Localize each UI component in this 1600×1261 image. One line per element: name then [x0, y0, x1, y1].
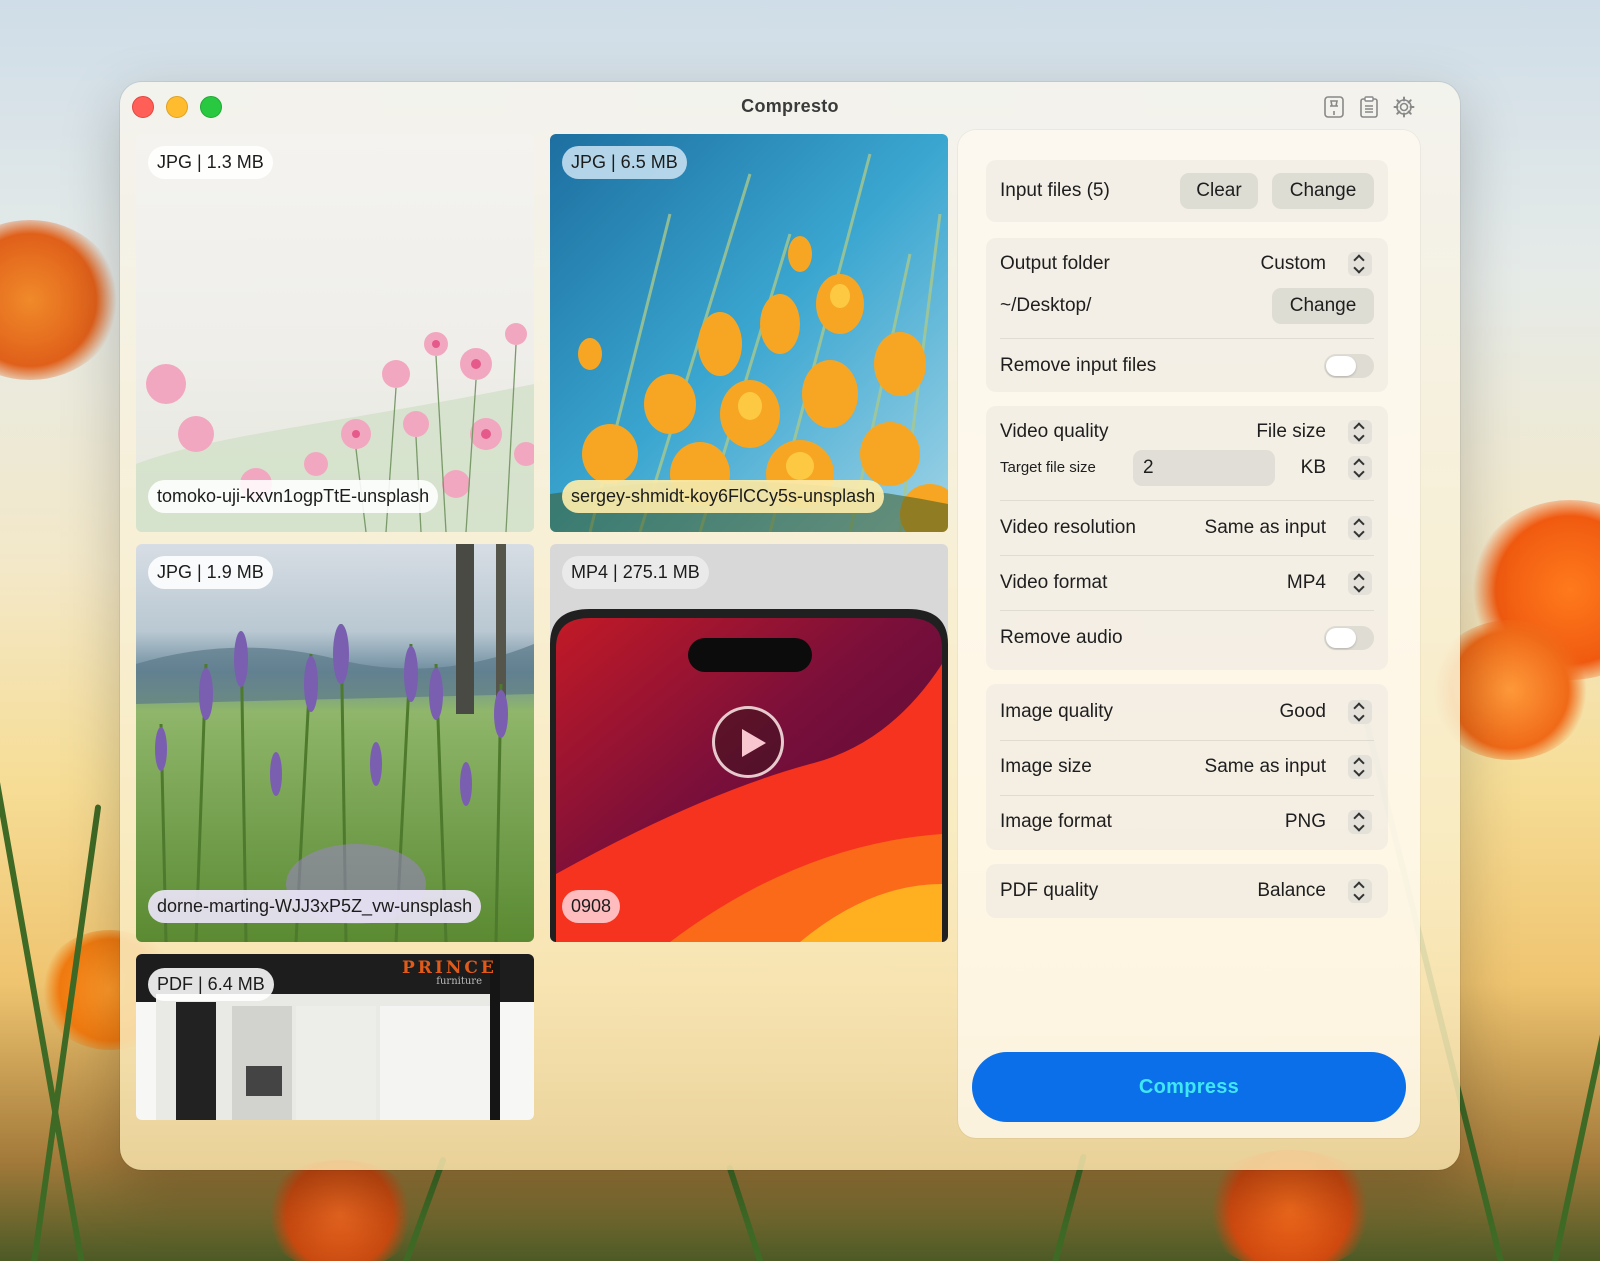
remove-audio-toggle[interactable] [1324, 626, 1374, 650]
settings-panel: Input files (5) Clear Change Output fold… [958, 130, 1420, 1138]
file-type-badge: JPG | 1.3 MB [148, 146, 273, 179]
image-thumbnail [136, 134, 534, 532]
play-button[interactable] [712, 706, 784, 778]
file-tile[interactable]: JPG | 1.9 MB dorne-marting-WJJ3xP5Z_vw-u… [136, 544, 534, 942]
image-thumbnail [136, 544, 534, 942]
file-type-badge: JPG | 6.5 MB [562, 146, 687, 179]
image-quality-row[interactable]: Image quality Good [986, 686, 1388, 738]
image-quality-label: Image quality [1000, 701, 1114, 722]
file-tile[interactable]: JPG | 1.3 MB tomoko-uji-kxvn1ogpTtE-unsp… [136, 134, 534, 532]
video-format-row[interactable]: Video format MP4 [986, 557, 1388, 609]
image-thumbnail [550, 134, 948, 532]
file-tile[interactable]: MP4 | 275.1 MB 0908 [550, 544, 948, 942]
image-group: Image quality Good Image size Same as in… [986, 684, 1388, 850]
chevron-updown-icon[interactable] [1348, 252, 1372, 276]
output-path-row: ~/Desktop/ Change [986, 280, 1388, 332]
remove-audio-label: Remove audio [1000, 627, 1123, 648]
image-size-label: Image size [1000, 756, 1092, 777]
clipboard-icon[interactable] [1357, 95, 1381, 119]
change-output-button[interactable]: Change [1272, 288, 1374, 324]
pdf-group: PDF quality Balance [986, 864, 1388, 918]
video-resolution-label: Video resolution [1000, 517, 1136, 538]
output-path: ~/Desktop/ [1000, 295, 1092, 316]
pdf-quality-value: Balance [1257, 880, 1326, 901]
pin-icon[interactable] [1322, 95, 1346, 119]
file-tile[interactable]: JPG | 6.5 MB sergey-shmidt-koy6FlCCy5s-u… [550, 134, 948, 532]
compress-button[interactable]: Compress [972, 1052, 1406, 1122]
chevron-updown-icon[interactable] [1348, 755, 1372, 779]
gear-icon[interactable] [1392, 95, 1416, 119]
output-group: Output folder Custom ~/Desktop/ Change R… [986, 238, 1388, 392]
target-file-size-unit: KB [1300, 457, 1326, 478]
chevron-updown-icon[interactable] [1348, 571, 1372, 595]
input-files-label: Input files (5) [1000, 180, 1110, 201]
pdf-brand-logo: PRINCE furniture [402, 958, 497, 987]
remove-audio-row: Remove audio [986, 612, 1388, 664]
image-format-value: PNG [1284, 811, 1326, 832]
file-name-label: 0908 [562, 890, 621, 923]
chevron-updown-icon[interactable] [1348, 879, 1372, 903]
video-format-value: MP4 [1286, 572, 1326, 593]
input-files-row: Input files (5) Clear Change [986, 165, 1388, 217]
remove-input-files-toggle[interactable] [1324, 354, 1374, 378]
file-name-label: tomoko-uji-kxvn1ogpTtE-unsplash [148, 480, 439, 513]
chevron-updown-icon[interactable] [1348, 700, 1372, 724]
file-type-badge: PDF | 6.4 MB [148, 968, 274, 1001]
target-file-size-row: Target file size 2 KB [986, 442, 1388, 494]
video-resolution-value: Same as input [1204, 517, 1326, 538]
change-input-button[interactable]: Change [1272, 173, 1374, 209]
video-group: Video quality File size Target file size… [986, 406, 1388, 670]
target-file-size-input[interactable]: 2 [1133, 450, 1275, 486]
image-format-label: Image format [1000, 811, 1112, 832]
chevron-updown-icon[interactable] [1348, 810, 1372, 834]
app-window: Compresto JPG | 1.3 MB tomoko-uji-kxvn1o… [120, 82, 1460, 1170]
image-size-row[interactable]: Image size Same as input [986, 741, 1388, 793]
remove-input-files-label: Remove input files [1000, 355, 1157, 376]
image-format-row[interactable]: Image format PNG [986, 796, 1388, 848]
file-tile[interactable]: PRINCE furniture PDF | 6.4 MB [136, 954, 534, 1120]
pdf-quality-row[interactable]: PDF quality Balance [986, 865, 1388, 917]
image-size-value: Same as input [1204, 756, 1326, 777]
video-format-label: Video format [1000, 572, 1108, 593]
clear-button[interactable]: Clear [1180, 173, 1258, 209]
title-bar: Compresto [120, 82, 1460, 130]
chevron-updown-icon[interactable] [1348, 516, 1372, 540]
chevron-updown-icon[interactable] [1348, 420, 1372, 444]
file-name-label: dorne-marting-WJJ3xP5Z_vw-unsplash [148, 890, 482, 923]
remove-input-files-row: Remove input files [986, 340, 1388, 392]
chevron-updown-icon[interactable] [1348, 456, 1372, 480]
pdf-quality-label: PDF quality [1000, 880, 1099, 901]
file-type-badge: JPG | 1.9 MB [148, 556, 273, 589]
window-title: Compresto [741, 96, 839, 116]
video-resolution-row[interactable]: Video resolution Same as input [986, 502, 1388, 554]
target-file-size-label: Target file size [1000, 459, 1096, 476]
file-type-badge: MP4 | 275.1 MB [562, 556, 709, 589]
image-quality-value: Good [1279, 701, 1326, 722]
file-name-label: sergey-shmidt-koy6FlCCy5s-unsplash [562, 480, 885, 513]
input-files-group: Input files (5) Clear Change [986, 160, 1388, 222]
